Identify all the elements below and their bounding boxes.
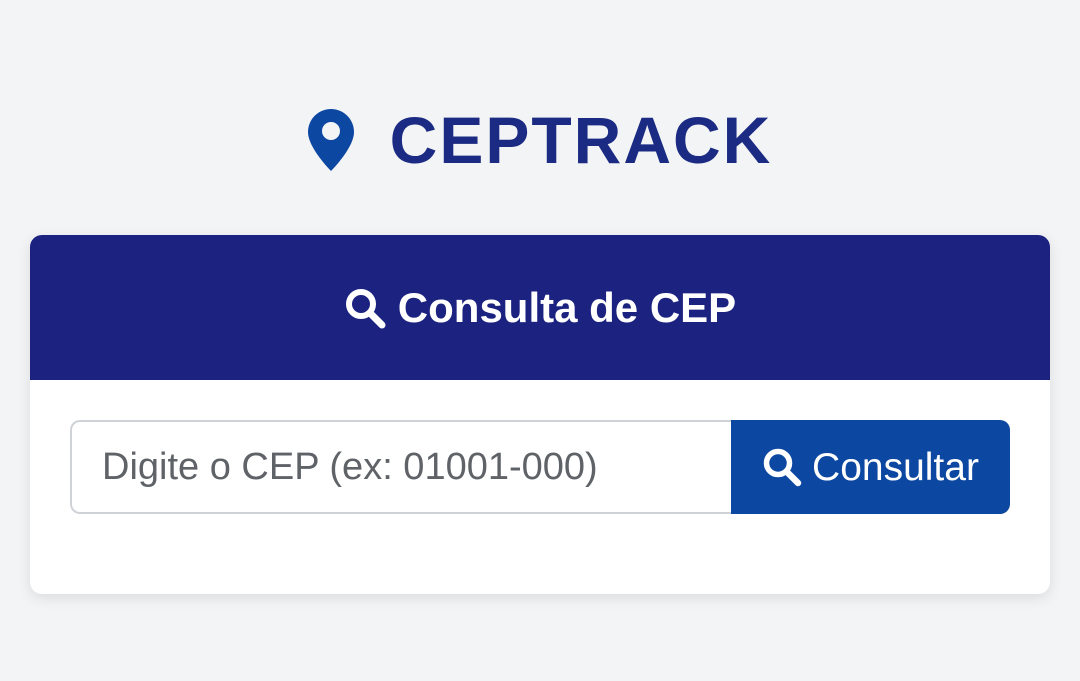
- search-icon: [345, 288, 386, 328]
- brand-header: CEPTRACK: [0, 100, 1080, 180]
- map-pin-icon: [307, 109, 354, 171]
- search-form: Consultar: [70, 420, 1010, 514]
- consultar-button-label: Consultar: [812, 445, 979, 489]
- card-header: Consulta de CEP: [30, 235, 1050, 380]
- search-icon: [763, 448, 802, 487]
- consultar-button[interactable]: Consultar: [731, 420, 1010, 514]
- cep-lookup-card: Consulta de CEP Consultar: [30, 235, 1050, 594]
- cep-input[interactable]: [70, 420, 731, 514]
- app-title: CEPTRACK: [389, 103, 773, 177]
- card-title: Consulta de CEP: [397, 283, 737, 331]
